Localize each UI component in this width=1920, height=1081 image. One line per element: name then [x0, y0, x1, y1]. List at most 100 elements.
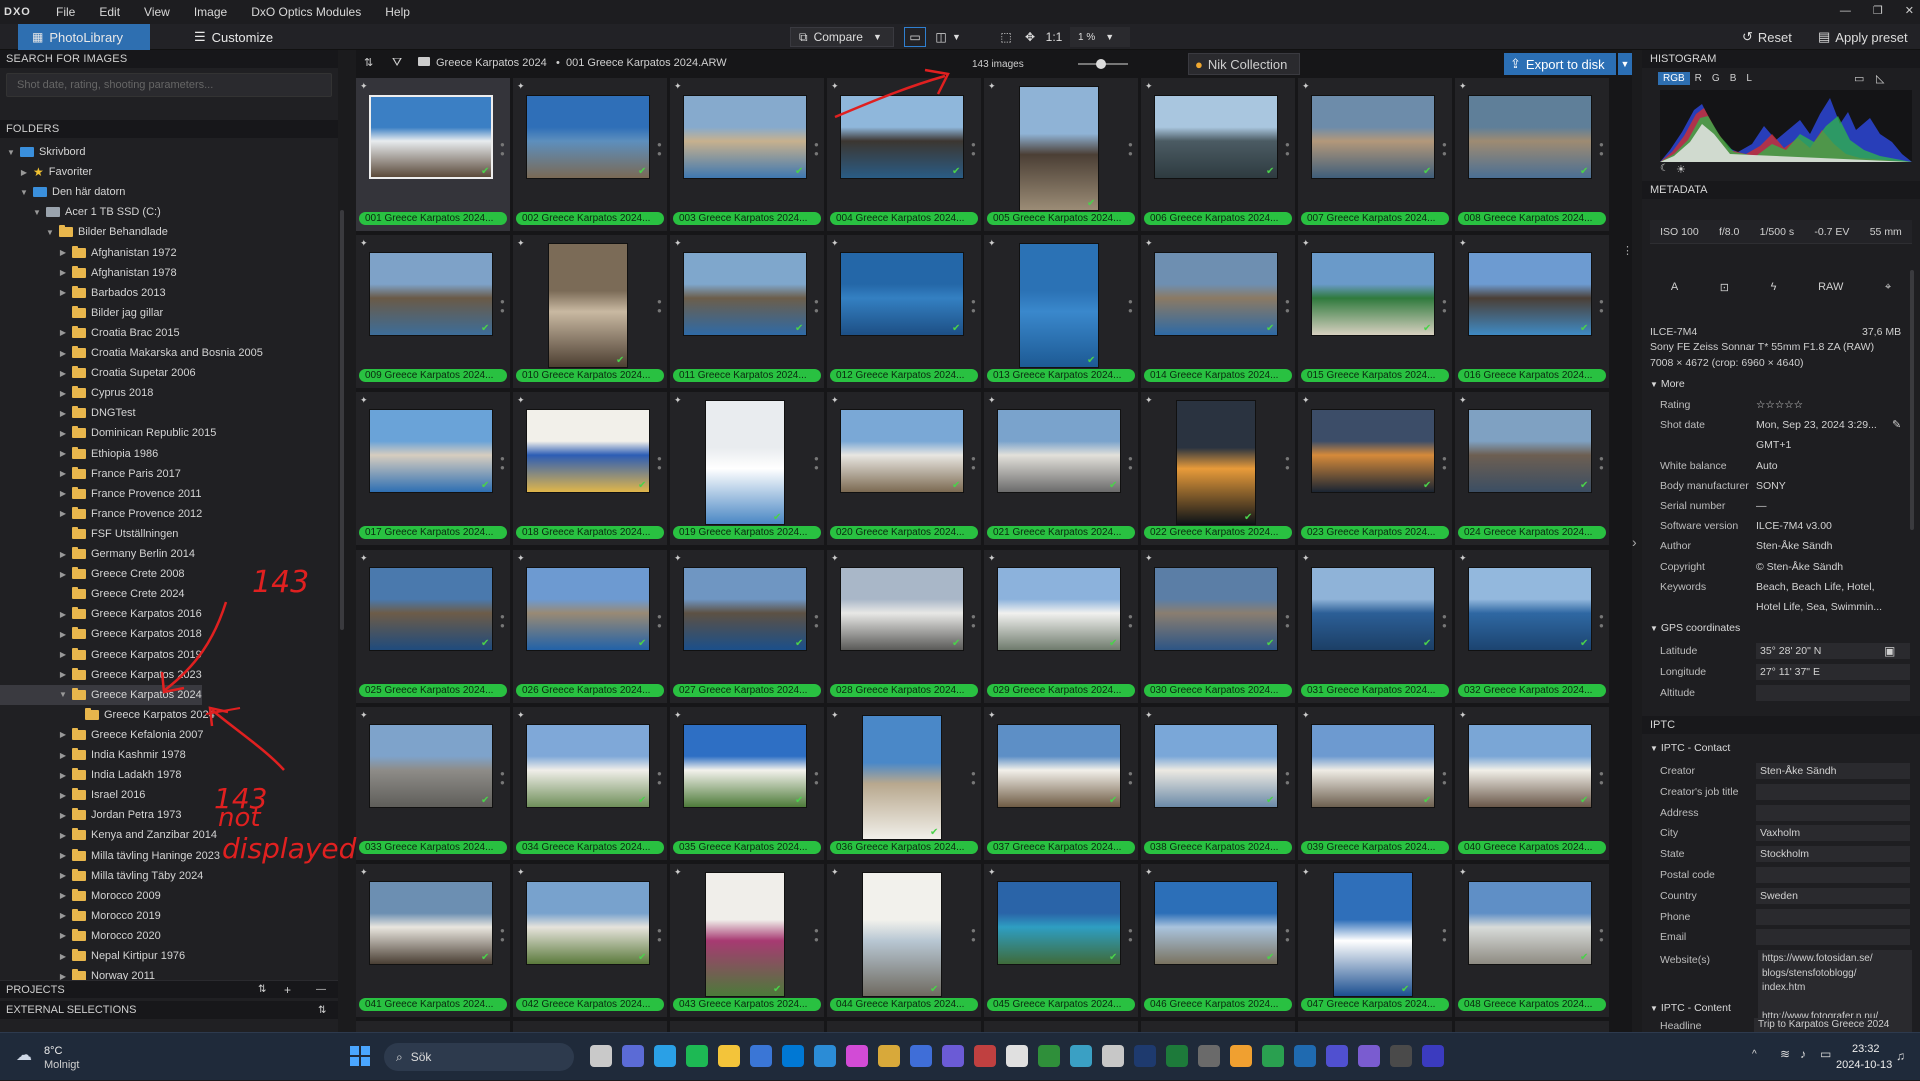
more-options-icon[interactable]: ● ● — [1442, 140, 1448, 158]
thumbnail-label[interactable]: 007 Greece Karpatos 2024... — [1301, 212, 1449, 225]
more-options-icon[interactable]: ● ● — [1285, 926, 1291, 944]
thumbnail-label[interactable]: 014 Greece Karpatos 2024... — [1144, 369, 1292, 383]
pin-icon[interactable]: ✦ — [1145, 710, 1153, 721]
thumbnail-label[interactable]: 038 Greece Karpatos 2024... — [1144, 840, 1292, 854]
chevron-right-icon[interactable]: ▶ — [58, 751, 68, 760]
thumbnail-cell[interactable]: ✦ ✔ ● ● 044 Greece Karpatos 2024... — [827, 864, 981, 1017]
chevron-right-icon[interactable]: ▶ — [58, 469, 68, 478]
thumbnail-cell[interactable]: ✦ ✔ ● ● 031 Greece Karpatos 2024... — [1298, 549, 1452, 703]
thumbnail-label[interactable]: 037 Greece Karpatos 2024... — [987, 840, 1135, 854]
chevron-right-icon[interactable]: ▶ — [58, 730, 68, 739]
more-options-icon[interactable]: ● ● — [1128, 297, 1134, 315]
restore-icon[interactable]: ❐ — [1873, 0, 1883, 22]
thumbnail-cell[interactable]: ✦ ✔ ● ● 028 Greece Karpatos 2024... — [827, 549, 981, 703]
thumbnail-label[interactable]: 043 Greece Karpatos 2024... — [673, 998, 821, 1011]
more-options-icon[interactable]: ● ● — [1599, 140, 1605, 158]
menu-item-view[interactable]: View — [132, 0, 182, 24]
menu-item-file[interactable]: File — [44, 0, 87, 24]
folder-tree-item[interactable]: ▶ Jordan Petra 1973 — [0, 805, 182, 825]
folder-tree-item[interactable]: ▶ Greece Kefalonia 2007 — [0, 725, 204, 745]
add-project-icon[interactable]: + — [284, 983, 291, 997]
thumbnail-cell[interactable]: ✦ ✔ ● ● 029 Greece Karpatos 2024... — [984, 549, 1138, 703]
thumbnail-cell[interactable]: ✦ ✔ ● ● 013 Greece Karpatos 2024... — [984, 235, 1138, 389]
pin-icon[interactable]: ✦ — [360, 867, 368, 878]
more-options-icon[interactable]: ● ● — [971, 454, 977, 472]
thumbnail-cell[interactable]: ✦ ✔ ● ● 007 Greece Karpatos 2024... — [1298, 78, 1452, 231]
more-options-icon[interactable]: ● ● — [1442, 926, 1448, 944]
taskbar-app-icon[interactable] — [814, 1045, 836, 1067]
pin-icon[interactable]: ✦ — [517, 710, 525, 721]
menu-item-edit[interactable]: Edit — [87, 0, 132, 24]
nik-collection-button[interactable]: ● Nik Collection — [1188, 53, 1300, 75]
thumbnail-label[interactable]: 048 Greece Karpatos 2024... — [1458, 998, 1606, 1011]
thumbnail-cell[interactable]: ✦ ✔ ● ● 008 Greece Karpatos 2024... — [1455, 78, 1609, 231]
more-options-icon[interactable]: ● ● — [1442, 769, 1448, 787]
thumbnail-label[interactable]: 027 Greece Karpatos 2024... — [673, 683, 821, 697]
pin-icon[interactable]: ✦ — [674, 395, 682, 406]
pin-icon[interactable]: ✦ — [517, 81, 525, 92]
pin-icon[interactable]: ✦ — [360, 395, 368, 406]
folder-tree-item[interactable]: ▶ Barbados 2013 — [0, 283, 166, 303]
metadata-value[interactable] — [1756, 804, 1910, 821]
thumbnail-label[interactable]: 015 Greece Karpatos 2024... — [1301, 369, 1449, 383]
chevron-right-icon[interactable]: ▶ — [58, 550, 68, 559]
folder-tree-item[interactable]: ▼ Den här datorn — [0, 182, 125, 202]
pin-icon[interactable]: ✦ — [1302, 395, 1310, 406]
thumbnail-cell[interactable]: ✦ ✔ ● ● 005 Greece Karpatos 2024... — [984, 78, 1138, 231]
thumbnail-label[interactable]: 013 Greece Karpatos 2024... — [987, 369, 1135, 383]
pin-icon[interactable]: ✦ — [1302, 553, 1310, 564]
more-options-icon[interactable]: ● ● — [500, 769, 506, 787]
pin-icon[interactable]: ✦ — [831, 81, 839, 92]
folder-tree-item[interactable]: ▶ Ethiopia 1986 — [0, 444, 158, 464]
thumbnail-label[interactable]: 004 Greece Karpatos 2024... — [830, 212, 978, 225]
folder-tree-item[interactable]: ▶ France Provence 2011 — [0, 484, 201, 504]
compare-button[interactable]: ⧉ Compare ▼ — [790, 27, 894, 47]
pin-icon[interactable]: ✦ — [988, 81, 996, 92]
metadata-value[interactable] — [1756, 929, 1910, 946]
chevron-right-icon[interactable]: ▶ — [58, 389, 68, 398]
thumbnail-cell-partial[interactable] — [670, 1021, 824, 1032]
more-options-icon[interactable]: ● ● — [500, 140, 506, 158]
chevron-right-icon[interactable]: ▶ — [58, 931, 68, 940]
thumbnail-label[interactable]: 020 Greece Karpatos 2024... — [830, 526, 978, 540]
windows-start-icon[interactable] — [350, 1046, 370, 1066]
more-options-icon[interactable]: ● ● — [814, 297, 820, 315]
filter-icon[interactable]: ⛛ — [392, 55, 402, 70]
taskbar-app-icon[interactable] — [846, 1045, 868, 1067]
grid-scroll-indicator[interactable]: ⋮ — [1622, 244, 1633, 257]
histogram-tab-l[interactable]: L — [1741, 72, 1757, 85]
more-options-icon[interactable]: ● ● — [971, 926, 977, 944]
search-input[interactable]: Shot date, rating, shooting parameters..… — [6, 73, 332, 97]
apply-preset-button[interactable]: ▤ Apply preset — [1818, 27, 1908, 47]
pin-icon[interactable]: ✦ — [517, 395, 525, 406]
chevron-right-icon[interactable]: ▶ — [58, 831, 68, 840]
thumbnail-cell-partial[interactable] — [827, 1021, 981, 1032]
more-options-icon[interactable]: ● ● — [1599, 297, 1605, 315]
chevron-right-icon[interactable]: ▶ — [58, 570, 68, 579]
gamut-icon[interactable]: ◺ — [1876, 72, 1884, 85]
thumbnail-label[interactable]: 022 Greece Karpatos 2024... — [1144, 526, 1292, 540]
edit-pencil-icon[interactable]: ✎ — [1892, 418, 1901, 431]
chevron-right-icon[interactable]: ▶ — [58, 871, 68, 880]
single-view-button[interactable]: ▭ — [904, 27, 926, 47]
thumbnail-cell-partial[interactable] — [513, 1021, 667, 1032]
chevron-right-icon[interactable]: ▶ — [58, 268, 68, 277]
thumbnail-cell[interactable]: ✦ ✔ ● ● 046 Greece Karpatos 2024... — [1141, 864, 1295, 1017]
chevron-down-icon[interactable]: ▼ — [32, 208, 42, 217]
tab-photolibrary[interactable]: ▦ PhotoLibrary — [18, 24, 150, 50]
iptc-content-toggle[interactable]: ▼ IPTC - Content — [1650, 1002, 1731, 1014]
pin-icon[interactable]: ✦ — [1302, 81, 1310, 92]
thumbnail-label[interactable]: 029 Greece Karpatos 2024... — [987, 683, 1135, 697]
thumbnail-cell[interactable]: ✦ ✔ ● ● 036 Greece Karpatos 2024... — [827, 706, 981, 860]
more-options-icon[interactable]: ● ● — [657, 140, 663, 158]
folder-tree-item[interactable]: ▶ India Kashmir 1978 — [0, 745, 186, 765]
taskbar-app-icon[interactable] — [1166, 1045, 1188, 1067]
external-selections-section[interactable]: EXTERNAL SELECTIONS ⇅ — [0, 1001, 338, 1019]
thumbnail-cell[interactable]: ✦ ✔ ● ● 001 Greece Karpatos 2024... — [356, 78, 510, 231]
iptc-contact-toggle[interactable]: ▼ IPTC - Contact — [1650, 742, 1730, 754]
collapse-right-panel-icon[interactable]: › — [1632, 534, 1637, 550]
thumbnail-label[interactable]: 036 Greece Karpatos 2024... — [830, 840, 978, 854]
thumbnail-label[interactable]: 005 Greece Karpatos 2024... — [987, 212, 1135, 225]
thumbnail-label[interactable]: 003 Greece Karpatos 2024... — [673, 212, 821, 225]
taskbar-app-icon[interactable] — [974, 1045, 996, 1067]
